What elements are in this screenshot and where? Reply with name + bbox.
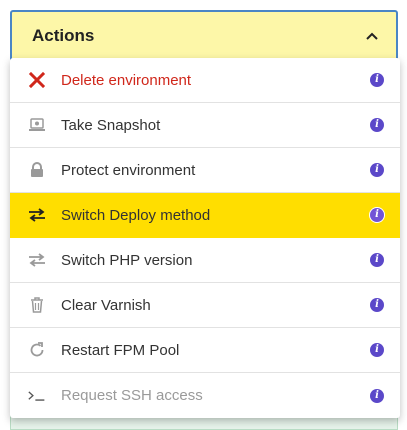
menu-item-label: Delete environment bbox=[61, 71, 192, 89]
menu-item-clear-varnish[interactable]: Clear Varnish i bbox=[10, 283, 400, 328]
close-icon bbox=[28, 71, 46, 89]
menu-item-label: Restart FPM Pool bbox=[61, 341, 180, 359]
menu-item-switch-php-version[interactable]: Switch PHP version i bbox=[10, 238, 400, 283]
info-icon[interactable]: i bbox=[370, 118, 384, 132]
swap-arrows-icon bbox=[28, 251, 46, 269]
info-icon[interactable]: i bbox=[370, 388, 384, 403]
menu-item-take-snapshot[interactable]: Take Snapshot i bbox=[10, 103, 400, 148]
info-icon[interactable]: i bbox=[370, 298, 384, 312]
chevron-up-icon bbox=[366, 30, 378, 42]
camera-icon bbox=[28, 116, 46, 134]
terminal-icon bbox=[28, 387, 46, 405]
info-icon[interactable]: i bbox=[370, 163, 384, 177]
info-icon[interactable]: i bbox=[370, 208, 384, 222]
info-icon[interactable]: i bbox=[370, 343, 384, 357]
info-icon[interactable]: i bbox=[370, 253, 384, 267]
menu-item-switch-deploy-method[interactable]: Switch Deploy method i bbox=[10, 193, 400, 238]
menu-item-label: Request SSH access bbox=[61, 387, 203, 404]
menu-item-label: Switch PHP version bbox=[61, 251, 193, 269]
info-icon[interactable]: i bbox=[370, 73, 384, 87]
menu-item-label: Clear Varnish bbox=[61, 296, 151, 314]
menu-item-protect-environment[interactable]: Protect environment i bbox=[10, 148, 400, 193]
lock-icon bbox=[28, 161, 46, 179]
actions-menu: Delete environment i Take Snapshot i Pro… bbox=[10, 58, 400, 418]
menu-item-label: Protect environment bbox=[61, 161, 196, 179]
menu-item-request-ssh-access[interactable]: Request SSH access i bbox=[10, 373, 400, 418]
menu-item-restart-fpm-pool[interactable]: Restart FPM Pool i bbox=[10, 328, 400, 373]
trash-icon bbox=[28, 296, 46, 314]
actions-label: Actions bbox=[32, 26, 95, 45]
menu-item-label: Take Snapshot bbox=[61, 116, 161, 134]
menu-item-delete-environment[interactable]: Delete environment i bbox=[10, 58, 400, 103]
menu-item-label: Switch Deploy method bbox=[61, 206, 211, 224]
refresh-icon bbox=[28, 341, 46, 359]
swap-arrows-icon bbox=[28, 206, 46, 224]
actions-dropdown-button[interactable]: Actions bbox=[10, 10, 398, 62]
